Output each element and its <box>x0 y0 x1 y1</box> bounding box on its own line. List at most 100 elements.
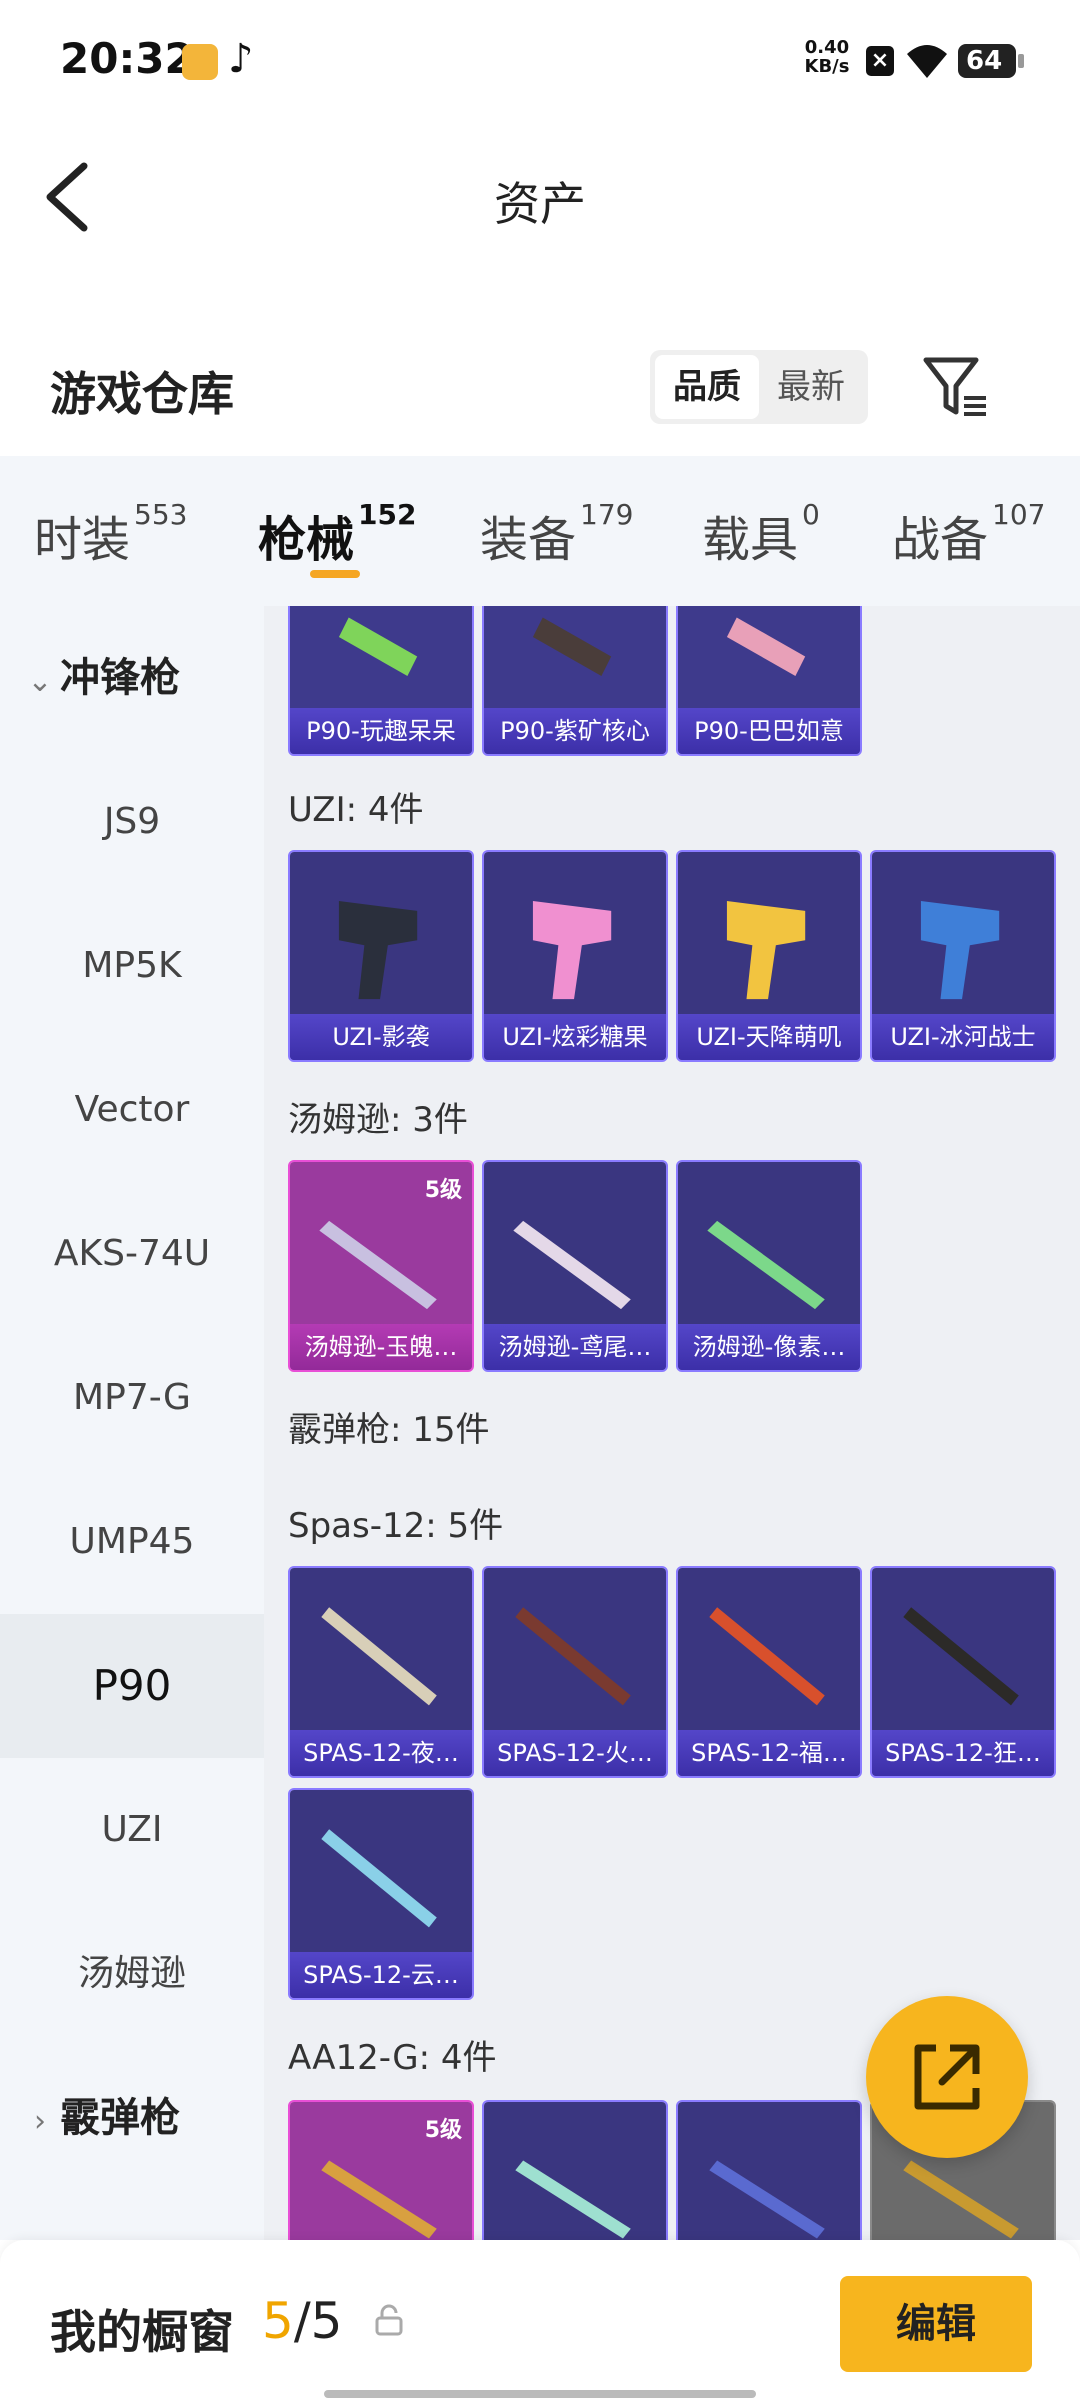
tab-count: 179 <box>580 498 634 531</box>
sidebar-item-vector[interactable]: Vector <box>0 1038 264 1182</box>
level-badge: 5级 <box>424 2118 462 2143</box>
weapon-card-label: SPAS-12-福… <box>678 1730 860 1776</box>
sidebar-group-label: 冲锋枪 <box>60 655 180 701</box>
sidebar-group-label: 霰弹枪 <box>60 2095 180 2141</box>
weapon-card[interactable]: SPAS-12-云… <box>288 1788 474 2000</box>
chevron-right-icon: › <box>34 2104 46 2139</box>
weapon-card[interactable]: SPAS-12-福… <box>676 1566 862 1778</box>
weapon-card-label: UZI-炫彩糖果 <box>484 1014 666 1060</box>
no-sim-icon: × <box>866 46 894 76</box>
tab-label: 时装 <box>34 512 131 568</box>
showcase-label: 我的橱窗 <box>50 2305 234 2359</box>
sidebar-item-mp5k[interactable]: MP5K <box>0 894 264 1038</box>
sidebar-item-js9[interactable]: JS9 <box>0 750 264 894</box>
weapon-card-label: 汤姆逊-像素… <box>678 1324 860 1370</box>
filter-icon[interactable] <box>920 354 990 420</box>
tab-label: 载具 <box>702 512 799 568</box>
group-label-thompson: 汤姆逊: 3件 <box>288 1100 468 1140</box>
weapon-card[interactable]: P90-紫矿核心 <box>482 606 668 756</box>
edit-button[interactable]: 编辑 <box>840 2276 1032 2372</box>
sort-by-quality-button[interactable]: 品质 <box>655 355 759 419</box>
weapon-card[interactable]: 汤姆逊-像素… <box>676 1160 862 1372</box>
showcase-bar: 我的橱窗 5/5 编辑 <box>0 2240 1080 2408</box>
weapon-card[interactable]: SPAS-12-夜… <box>288 1566 474 1778</box>
tab-vehicles[interactable]: 载具 0 <box>702 498 820 570</box>
share-button[interactable] <box>866 1996 1028 2158</box>
weapon-card[interactable]: UZI-天降萌叽 <box>676 850 862 1062</box>
weapon-grid: P90-玩趣呆呆 P90-紫矿核心 P90-巴巴如意 UZI: 4件 UZI-影… <box>264 606 1080 2240</box>
weapon-card-label: SPAS-12-火… <box>484 1730 666 1776</box>
status-bar: 20:32 ♪ 0.40 KB/s × 64 <box>0 0 1080 120</box>
tab-count: 107 <box>992 498 1046 531</box>
tab-label: 战备 <box>892 512 989 568</box>
tab-count: 152 <box>358 498 417 531</box>
tab-count: 0 <box>802 498 820 531</box>
sidebar-group-smg[interactable]: ⌄ 冲锋枪 <box>20 606 260 750</box>
tab-firearms[interactable]: 枪械 152 <box>258 498 417 570</box>
weapon-card-label: P90-玩趣呆呆 <box>290 708 472 754</box>
sidebar-item-mp7g[interactable]: MP7-G <box>0 1326 264 1470</box>
external-link-icon <box>914 2044 980 2110</box>
network-speed-value: 0.40 <box>804 37 850 58</box>
chevron-down-icon: ⌄ <box>27 664 53 699</box>
sidebar-item-thompson[interactable]: 汤姆逊 <box>0 1902 264 2046</box>
weapon-category-sidebar: ⌄ 冲锋枪 JS9 MP5K Vector AKS-74U MP7-G UMP45… <box>0 606 264 2240</box>
lock-icon <box>375 2304 403 2336</box>
level-badge: 5级 <box>424 1178 462 1203</box>
weapon-card[interactable]: UZI-炫彩糖果 <box>482 850 668 1062</box>
tab-label: 装备 <box>480 512 577 568</box>
tab-label: 枪械 <box>258 512 355 568</box>
weapon-card[interactable]: 5级 汤姆逊-玉魄… <box>288 1160 474 1372</box>
weapon-card[interactable] <box>676 2100 862 2240</box>
sort-by-newest-button[interactable]: 最新 <box>759 355 863 419</box>
weapon-card[interactable]: 5级 <box>288 2100 474 2240</box>
weapon-card-label: P90-紫矿核心 <box>484 708 666 754</box>
weapon-card-label: P90-巴巴如意 <box>678 708 860 754</box>
group-label-aa12g: AA12-G: 4件 <box>288 2038 497 2078</box>
tiktok-icon: ♪ <box>228 36 254 82</box>
sort-toggle: 品质 最新 <box>650 350 868 424</box>
showcase-count-total: /5 <box>293 2292 343 2350</box>
weapon-card[interactable]: UZI-影袭 <box>288 850 474 1062</box>
weapon-card-label: 汤姆逊-鸢尾… <box>484 1324 666 1370</box>
weapon-card-label: SPAS-12-云… <box>290 1952 472 1998</box>
wifi-icon <box>907 45 947 78</box>
weapon-card-label: SPAS-12-夜… <box>290 1730 472 1776</box>
tab-outfits[interactable]: 时装 553 <box>34 498 188 570</box>
weapon-card[interactable]: UZI-冰河战士 <box>870 850 1056 1062</box>
section-title: 游戏仓库 <box>50 367 234 421</box>
page-title: 资产 <box>494 177 586 231</box>
sidebar-item-ump45[interactable]: UMP45 <box>0 1470 264 1614</box>
status-time: 20:32 <box>60 34 194 83</box>
weapon-card[interactable] <box>482 2100 668 2240</box>
weapon-art <box>678 2102 860 2240</box>
weapon-card-label: 汤姆逊-玉魄… <box>290 1324 472 1370</box>
active-tab-indicator <box>310 570 360 578</box>
tab-equipment[interactable]: 装备 179 <box>480 498 634 570</box>
home-indicator <box>324 2390 756 2398</box>
battery-icon: 64 <box>958 44 1024 78</box>
weapon-card[interactable]: P90-玩趣呆呆 <box>288 606 474 756</box>
weapon-card-label: UZI-天降萌叽 <box>678 1014 860 1060</box>
weapon-card[interactable]: 汤姆逊-鸢尾… <box>482 1160 668 1372</box>
weapon-card[interactable]: SPAS-12-狂… <box>870 1566 1056 1778</box>
weapon-card-label: UZI-冰河战士 <box>872 1014 1054 1060</box>
showcase-count: 5/5 <box>262 2292 342 2350</box>
weapon-art <box>484 2102 666 2240</box>
weapon-card-label: UZI-影袭 <box>290 1014 472 1060</box>
sidebar-item-p90[interactable]: P90 <box>0 1614 264 1758</box>
weapon-card-label: SPAS-12-狂… <box>872 1730 1054 1776</box>
tab-count: 553 <box>134 498 188 531</box>
network-speed-unit: KB/s <box>804 56 850 77</box>
weapon-card[interactable]: SPAS-12-火… <box>482 1566 668 1778</box>
group-label-uzi: UZI: 4件 <box>288 790 424 830</box>
weapon-card[interactable]: P90-巴巴如意 <box>676 606 862 756</box>
category-tabs: 时装 553 枪械 152 装备 179 载具 0 战备 107 <box>0 456 1080 606</box>
sidebar-item-uzi[interactable]: UZI <box>0 1758 264 1902</box>
network-speed: 0.40 KB/s <box>800 38 854 76</box>
showcase-count-current: 5 <box>262 2292 294 2350</box>
tab-supplies[interactable]: 战备 107 <box>892 498 1046 570</box>
sidebar-group-shotgun[interactable]: › 霰弹枪 <box>20 2046 260 2190</box>
group-label-shotgun: 霰弹枪: 15件 <box>288 1410 490 1450</box>
sidebar-item-aks74u[interactable]: AKS-74U <box>0 1182 264 1326</box>
